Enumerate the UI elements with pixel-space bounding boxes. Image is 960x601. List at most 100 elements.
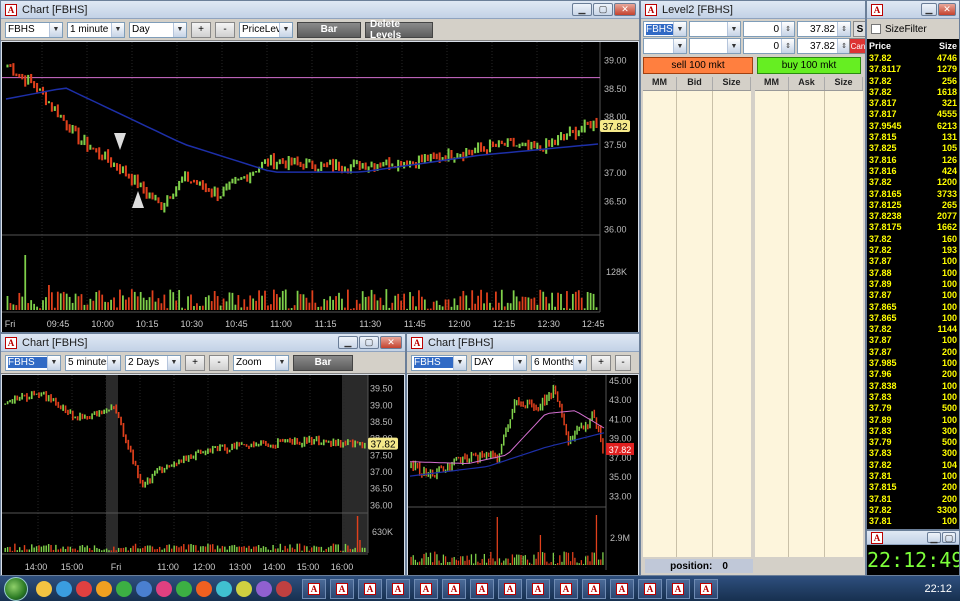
size-filter-checkbox[interactable] (871, 24, 881, 34)
quick-launch-icon[interactable] (156, 580, 172, 597)
trade-row: 37.82 1618 (867, 87, 959, 98)
sell-button[interactable]: sell 100 mkt (643, 57, 753, 74)
range-select[interactable]: 6 Months ▼ (531, 354, 587, 371)
trade-price: 37.825 (869, 143, 897, 154)
taskbar-app-button[interactable]: A (386, 578, 410, 599)
sell-short-button[interactable]: S (853, 21, 865, 37)
delete-levels-button[interactable]: Delete Levels (365, 19, 433, 41)
bar-style-button[interactable]: Bar (293, 354, 353, 371)
maximize-button[interactable]: ▢ (593, 3, 613, 16)
taskbar-app-button[interactable]: A (582, 578, 606, 599)
taskbar-app-button[interactable]: A (442, 578, 466, 599)
trade-size: 100 (941, 380, 957, 391)
quick-launch-icon[interactable] (116, 580, 132, 597)
zoom-out-button[interactable]: - (615, 354, 631, 371)
chart3-titlebar[interactable]: A Chart [FBHS] (407, 334, 639, 352)
range-select[interactable]: Day ▼ (129, 21, 187, 38)
quantity-stepper-2[interactable]: 0 ⇕ (743, 38, 795, 54)
zoom-in-button[interactable]: + (591, 354, 611, 371)
taskbar-app-button[interactable]: A (638, 578, 662, 599)
clock-titlebar[interactable]: A ▁ ▢ (867, 531, 959, 545)
interval-select[interactable]: 5 minutes▼ (65, 354, 121, 371)
timesales-rows[interactable]: 37.82 4746 37.8117 1279 37.82 256 37.82 1618 37.… (867, 53, 959, 529)
bar-style-button[interactable]: Bar (297, 21, 361, 38)
taskbar-app-button[interactable]: A (358, 578, 382, 599)
taskbar-app-button[interactable]: A (554, 578, 578, 599)
taskbar-app-button[interactable]: A (498, 578, 522, 599)
route-select[interactable]: ▼ (689, 21, 741, 37)
chart1-titlebar[interactable]: A Chart [FBHS] ▁ ▢ ✕ (1, 1, 639, 19)
trade-size: 500 (941, 403, 957, 414)
close-button[interactable]: ✕ (938, 3, 956, 16)
price-chart-3[interactable]: 45.00 43.00 41.00 39.00 37.00 35.00 33.00 37.82… (408, 375, 638, 575)
quick-launch-icon[interactable] (176, 580, 192, 597)
zoom-in-button[interactable]: + (191, 21, 211, 38)
symbol-select[interactable]: FBHS ▼ (411, 354, 467, 371)
trade-size: 6213 (936, 120, 957, 131)
quick-launch-icon[interactable] (196, 580, 212, 597)
quick-launch-icon[interactable] (276, 580, 292, 597)
taskbar-app-button[interactable]: A (330, 578, 354, 599)
symbol-select[interactable]: FBHS ▼ (5, 21, 63, 38)
maximize-button[interactable]: ▢ (942, 532, 956, 543)
trade-size: 100 (941, 391, 957, 402)
taskbar-app-button[interactable]: A (610, 578, 634, 599)
chart2-titlebar[interactable]: A Chart [FBHS] ▁ ▢ ✕ (1, 334, 405, 352)
taskbar-app-button[interactable]: A (666, 578, 690, 599)
quick-launch-icon[interactable] (76, 580, 92, 597)
taskbar-app-button[interactable]: A (526, 578, 550, 599)
zoom-out-button[interactable]: - (215, 21, 235, 38)
close-button[interactable]: ✕ (614, 3, 636, 16)
cancel-button[interactable]: Can (849, 38, 865, 54)
symbol-select[interactable]: FBHS ▼ (643, 21, 687, 37)
close-button[interactable]: ✕ (380, 336, 402, 349)
clock-window: A ▁ ▢ 22:12:49 (866, 530, 960, 576)
order-type-select[interactable]: ▼ (689, 38, 741, 54)
quick-launch-icon[interactable] (256, 580, 272, 597)
timesales-titlebar[interactable]: A ▁ ✕ (867, 1, 959, 19)
interval-select[interactable]: DAY ▼ (471, 354, 527, 371)
zoom-in-button[interactable]: + (185, 354, 205, 371)
level2-titlebar[interactable]: A Level2 [FBHS] (641, 1, 865, 19)
taskbar-app-button[interactable]: A (414, 578, 438, 599)
price-chart-1[interactable]: 39.00 38.50 38.00 37.50 37.00 36.50 36.00 37.82… (2, 42, 638, 332)
minimize-button[interactable]: ▁ (927, 532, 941, 543)
quick-launch-icon[interactable] (216, 580, 232, 597)
quick-launch-icon[interactable] (96, 580, 112, 597)
minimize-button[interactable]: ▁ (338, 336, 358, 349)
price-stepper[interactable]: 37.82 ⇕ (797, 21, 851, 37)
taskbar-app-button[interactable]: A (694, 578, 718, 599)
quantity-stepper[interactable]: 0 ⇕ (743, 21, 795, 37)
time-tick-label: 11:00 (157, 562, 179, 572)
taskbar-app-button[interactable]: A (302, 578, 326, 599)
position-display: position: 0 (645, 559, 753, 573)
start-button[interactable] (4, 576, 28, 601)
price-chart-2[interactable]: 39.5039.0038.5038.0037.5037.0036.5036.00… (2, 375, 404, 575)
order-entry-panel: FBHS ▼ ▼ 0 ⇕ 37.82 ⇕ S ▼ ▼ 0 ⇕ 37.82 ⇕ Can (641, 19, 865, 55)
ask-rows[interactable] (755, 91, 863, 557)
quick-launch-icon[interactable] (136, 580, 152, 597)
taskbar-app-button[interactable]: A (470, 578, 494, 599)
quick-launch-icon[interactable] (236, 580, 252, 597)
level2-window: A Level2 [FBHS] FBHS ▼ ▼ 0 ⇕ 37.82 ⇕ S ▼ ▼ … (640, 0, 866, 576)
account-select[interactable]: ▼ (643, 38, 687, 54)
tool-select[interactable]: Zoom ▼ (233, 354, 289, 371)
taskbar-clock[interactable]: 22:12 (924, 583, 952, 595)
trade-row: 37.838 100 (867, 381, 959, 392)
price-stepper-2[interactable]: 37.82 ⇕ (797, 38, 851, 54)
symbol-select[interactable]: FBHS ▼ (5, 354, 61, 371)
maximize-button[interactable]: ▢ (359, 336, 379, 349)
minimize-button[interactable]: ▁ (572, 3, 592, 16)
zoom-out-button[interactable]: - (209, 354, 229, 371)
buy-button[interactable]: buy 100 mkt (757, 57, 861, 74)
interval-select[interactable]: 1 minute ▼ (67, 21, 125, 38)
quick-launch-icon[interactable] (56, 580, 72, 597)
quick-launch-icon[interactable] (36, 580, 52, 597)
range-select[interactable]: 2 Days ▼ (125, 354, 181, 371)
chart1-toolbar: FBHS▼ 1 minute▼ Day▼ + - PriceLeve▼ Bar … (1, 19, 639, 41)
trade-row: 37.88 100 (867, 268, 959, 279)
bid-rows[interactable] (643, 91, 751, 557)
minimize-button[interactable]: ▁ (921, 3, 937, 16)
tool-select[interactable]: PriceLeve▼ (239, 21, 293, 38)
trade-price: 37.816 (869, 165, 897, 176)
